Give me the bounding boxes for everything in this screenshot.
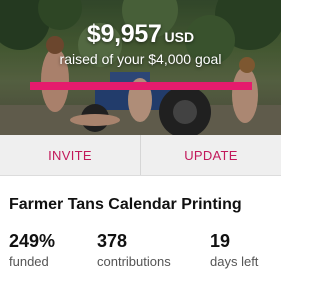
stat-value: 19	[210, 231, 231, 251]
stat-label: funded	[9, 254, 49, 269]
stat-label: days left	[210, 254, 259, 269]
action-bar: INVITE UPDATE	[0, 135, 281, 176]
stat-value: 378	[97, 231, 128, 251]
currency-code: USD	[164, 29, 195, 45]
stat-days-left: 19 days left	[210, 231, 258, 269]
amount-raised: $9,957 USD	[0, 20, 281, 49]
funding-progress-fill	[30, 82, 252, 90]
goal-text: raised of your $4,000 goal	[59, 51, 222, 67]
project-title: Farmer Tans Calendar Printing	[9, 196, 242, 213]
campaign-hero-image: $9,957 USD raised of your $4,000 goal	[0, 0, 281, 135]
stat-funded: 249% funded	[9, 231, 55, 269]
stat-value: 249%	[9, 231, 56, 251]
invite-button[interactable]: INVITE	[0, 135, 140, 175]
amount-value: $9,957	[86, 20, 162, 48]
stat-label: contributions	[97, 254, 171, 269]
update-button[interactable]: UPDATE	[141, 135, 281, 175]
funding-progress-bar	[30, 82, 252, 90]
stat-contributions: 378 contributions	[97, 231, 171, 269]
